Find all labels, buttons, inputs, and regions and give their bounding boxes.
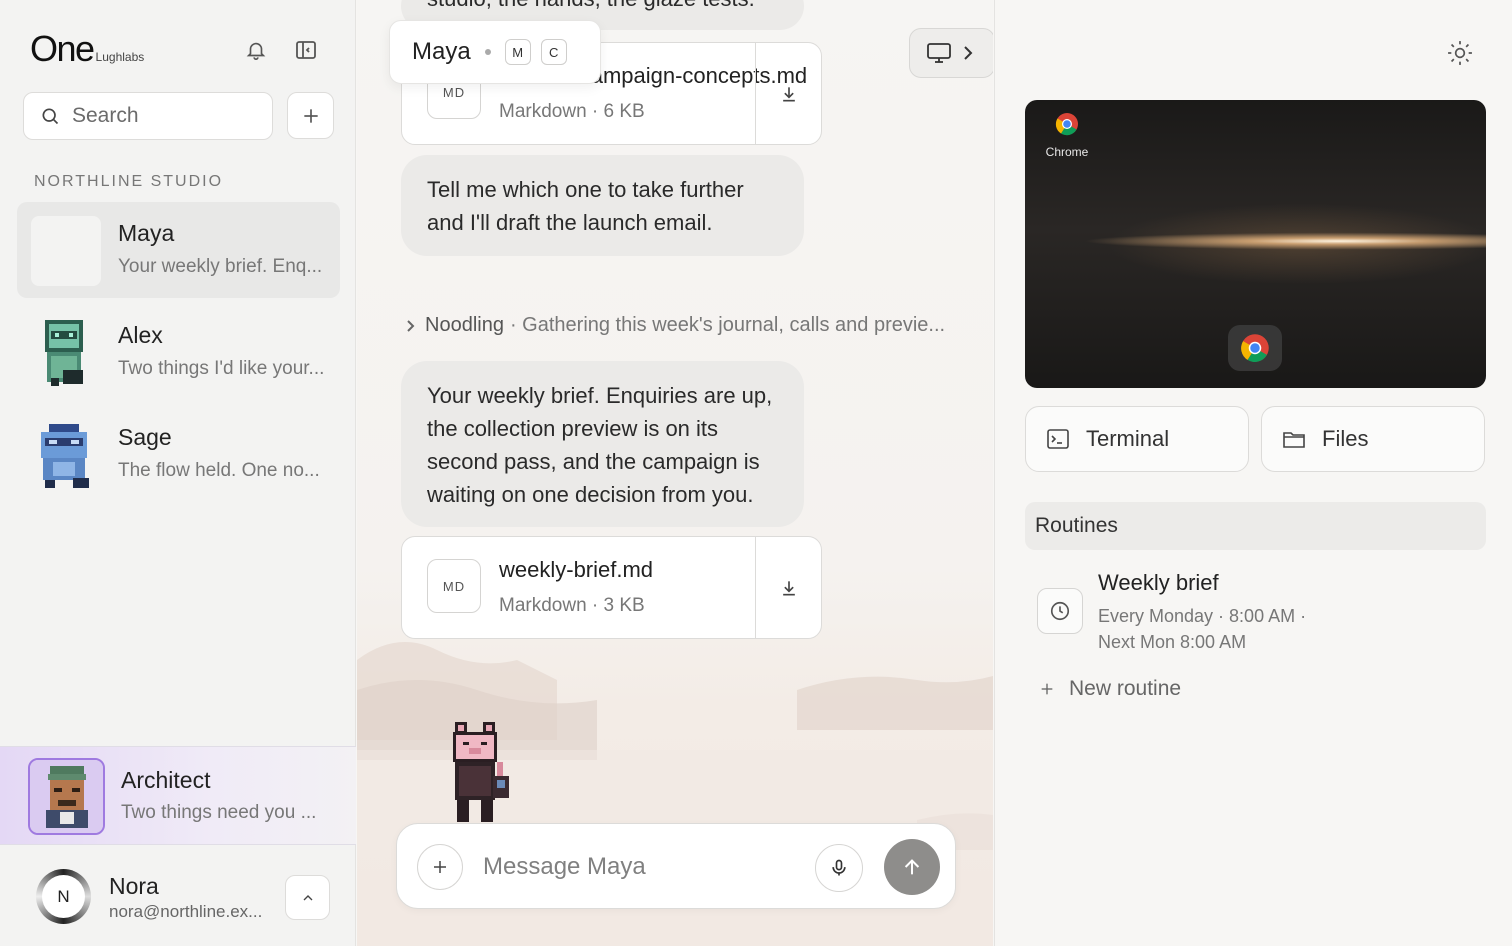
- thinking-detail: · Gathering this week's journal, calls a…: [509, 314, 946, 336]
- file-meta: Markdown · 3 KB: [499, 595, 645, 616]
- app-label: Chrome: [1045, 145, 1089, 159]
- folder-icon: [1283, 432, 1305, 448]
- message-input[interactable]: [483, 848, 783, 886]
- chat-item-sage[interactable]: Sage The flow held. One no...: [17, 406, 340, 502]
- chat-area: studio, the hands, the glaze tests. MD a…: [357, 0, 993, 946]
- chevron-right-icon: [407, 319, 415, 332]
- dock: [1228, 325, 1282, 371]
- files-button[interactable]: Files: [1261, 406, 1485, 472]
- plus-icon: [1041, 683, 1053, 695]
- new-routine-button[interactable]: New routine: [1039, 677, 1181, 701]
- new-chat-button[interactable]: [287, 92, 334, 139]
- routine-name: Weekly brief: [1098, 570, 1219, 595]
- chevron-up-icon: [303, 894, 312, 900]
- microphone-icon: [832, 859, 846, 876]
- status-dot: [484, 49, 491, 55]
- message-composer: [396, 823, 956, 909]
- chat-preview: Your weekly brief. Enq...: [118, 256, 323, 277]
- logo-sub: Lughlabs: [95, 50, 145, 64]
- file-meta: Markdown · 6 KB: [499, 101, 645, 122]
- workspace-panel: Chrome Terminal Files Routines Weekly br…: [994, 0, 1512, 946]
- download-button[interactable]: [755, 537, 821, 638]
- clock-icon: [1037, 588, 1083, 634]
- routine-schedule: Every Monday · 8:00 AM · Next Mon 8:00 A…: [1098, 603, 1338, 655]
- send-button[interactable]: [884, 839, 940, 895]
- download-icon: [782, 86, 795, 101]
- avatar: [31, 318, 101, 388]
- settings-icon[interactable]: [1447, 40, 1473, 66]
- search-input[interactable]: [72, 104, 242, 128]
- chat-preview: Two things need you ...: [121, 802, 317, 823]
- chat-name: Alex: [118, 322, 163, 348]
- file-name: weekly-brief.md: [499, 557, 654, 582]
- attach-button[interactable]: [417, 844, 463, 890]
- shortcut-key: C: [540, 39, 567, 65]
- chrome-icon[interactable]: [1240, 333, 1270, 363]
- chevron-right-icon: [964, 46, 973, 60]
- monitor-icon: [927, 43, 951, 63]
- avatar: [28, 758, 105, 835]
- message-bubble: Your weekly brief. Enquiries are up, the…: [401, 361, 804, 527]
- chat-preview: The flow held. One no...: [118, 460, 320, 481]
- routine-item[interactable]: Weekly brief Every Monday · 8:00 AM · Ne…: [1025, 564, 1486, 660]
- chat-name: Maya: [118, 220, 175, 246]
- bell-icon[interactable]: [244, 38, 268, 62]
- message-text: Tell me which one to take further and I'…: [427, 177, 744, 235]
- user-name: Nora: [109, 873, 159, 899]
- chat-item-architect[interactable]: Architect Two things need you ...: [0, 746, 356, 845]
- section-title: NORTHLINE STUDIO: [34, 173, 224, 190]
- routines-header: Routines: [1025, 502, 1486, 550]
- chat-name: Architect: [121, 767, 211, 793]
- chat-preview: Two things I'd like your...: [118, 358, 325, 379]
- file-attachment[interactable]: MD weekly-brief.md Markdown · 3 KB: [401, 536, 822, 639]
- search-box[interactable]: [23, 92, 273, 140]
- user-email: nora@northline.ex...: [109, 902, 263, 921]
- download-button[interactable]: [755, 43, 821, 144]
- thinking-label: Noodling: [425, 314, 504, 336]
- user-initial: N: [42, 875, 85, 918]
- arrow-up-icon: [904, 859, 920, 875]
- user-avatar: N: [36, 869, 91, 924]
- new-routine-label: New routine: [1069, 677, 1182, 700]
- plus-icon: [303, 108, 318, 123]
- chat-item-maya[interactable]: Maya Your weekly brief. Enq...: [17, 202, 340, 298]
- chat-name: Sage: [118, 424, 172, 450]
- files-label: Files: [1322, 426, 1369, 451]
- message-text: Your weekly brief. Enquiries are up, the…: [427, 383, 773, 507]
- voice-button[interactable]: [815, 844, 863, 892]
- app-logo: One Lughlabs: [30, 28, 144, 70]
- avatar: [31, 216, 101, 286]
- download-icon: [782, 580, 795, 595]
- thinking-status[interactable]: Noodling · Gathering this week's journal…: [405, 314, 945, 337]
- agent-name: Maya: [412, 38, 471, 65]
- sidebar: One Lughlabs NORTHLINE STUDIO Maya Your …: [0, 0, 356, 946]
- message-bubble: Tell me which one to take further and I'…: [401, 155, 804, 256]
- user-profile[interactable]: N Nora nora@northline.ex...: [0, 846, 356, 946]
- message-text: studio, the hands, the glaze tests.: [427, 0, 755, 11]
- app-window: One Lughlabs NORTHLINE STUDIO Maya Your …: [0, 0, 1512, 946]
- logo-main: One: [30, 28, 95, 69]
- pet-sprite: [453, 722, 509, 822]
- chrome-icon: [1055, 113, 1078, 136]
- shortcut-key: M: [504, 39, 531, 65]
- avatar: [31, 420, 101, 490]
- desktop-app-chrome[interactable]: Chrome: [1037, 112, 1097, 159]
- file-type-badge: MD: [427, 559, 481, 613]
- terminal-label: Terminal: [1086, 426, 1170, 451]
- desktop-preview[interactable]: Chrome: [1025, 100, 1486, 388]
- user-menu-button[interactable]: [285, 875, 330, 920]
- agent-hover-card: Maya M C: [389, 20, 601, 84]
- routine-frequency: Every Monday · 8:00 AM ·: [1098, 606, 1307, 626]
- terminal-icon: [1047, 429, 1069, 449]
- plus-icon: [434, 861, 446, 873]
- screen-toggle-button[interactable]: [909, 28, 993, 78]
- terminal-button[interactable]: Terminal: [1025, 406, 1249, 472]
- routine-next-run: Next Mon 8:00 AM: [1098, 632, 1247, 652]
- chat-item-alex[interactable]: Alex Two things I'd like your...: [17, 304, 340, 400]
- search-icon: [42, 108, 59, 125]
- sidebar-toggle-icon[interactable]: [294, 38, 318, 62]
